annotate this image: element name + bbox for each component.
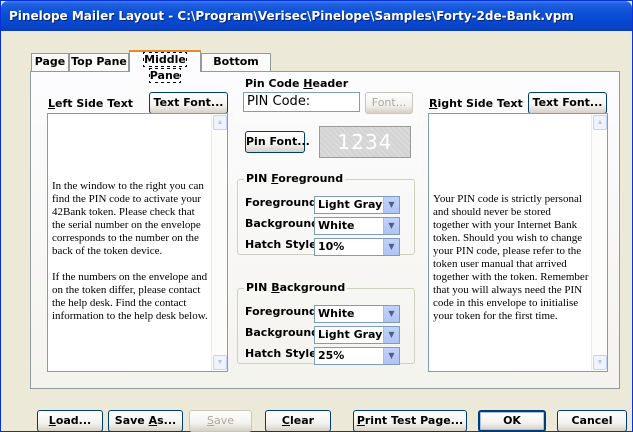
title-bar[interactable]: Pinelope Mailer Layout - C:\Program\Veri…: [1, 1, 632, 31]
right-text-font-button[interactable]: Text Font...: [528, 92, 607, 114]
scroll-up-icon[interactable]: ▲: [593, 115, 607, 130]
pin-code-header-label: Pin Code Header: [245, 77, 349, 90]
fg-background-select[interactable]: White ▼: [314, 217, 400, 235]
bg-hatch-style-select[interactable]: 25% ▼: [314, 347, 400, 365]
chevron-down-icon[interactable]: ▼: [383, 306, 399, 322]
bg-foreground-select[interactable]: White ▼: [314, 305, 400, 323]
bg-hatch-style-label: Hatch Style: [245, 347, 317, 360]
left-side-textarea[interactable]: In the window to the right you can find …: [47, 113, 228, 372]
ok-button[interactable]: OK: [478, 410, 546, 432]
tab-middle-pane[interactable]: Middle Pane: [129, 50, 201, 83]
chevron-down-icon[interactable]: ▼: [383, 218, 399, 234]
header-font-button[interactable]: Font...: [365, 92, 413, 114]
bg-foreground-label: Foreground: [245, 305, 317, 318]
load-button[interactable]: Load...: [37, 410, 103, 432]
pin-font-button[interactable]: Pin Font...: [245, 131, 310, 153]
cancel-button[interactable]: Cancel: [557, 410, 627, 432]
save-as-button[interactable]: Save As...: [108, 410, 183, 432]
right-scrollbar[interactable]: ▲ ▼: [591, 114, 607, 371]
chevron-down-icon[interactable]: ▼: [383, 239, 399, 255]
chevron-down-icon[interactable]: ▼: [383, 348, 399, 364]
fg-hatch-style-select[interactable]: 10% ▼: [314, 238, 400, 256]
print-test-page-button[interactable]: Print Test Page...: [353, 410, 467, 432]
layout-dialog: Pinelope Mailer Layout - C:\Program\Veri…: [0, 0, 633, 432]
fg-foreground-label: Foreground: [245, 196, 317, 209]
pin-preview: 1234: [319, 126, 411, 158]
scroll-up-icon[interactable]: ▲: [213, 115, 227, 130]
left-text-font-button[interactable]: Text Font...: [149, 92, 228, 114]
scroll-down-icon[interactable]: ▼: [593, 355, 607, 370]
left-side-text-label: Left Side Text: [48, 97, 134, 110]
right-side-textarea[interactable]: Your PIN code is strictly personal and s…: [428, 113, 608, 372]
fg-foreground-select[interactable]: Light Gray ▼: [314, 196, 400, 214]
clear-button[interactable]: Clear: [265, 410, 331, 432]
save-button[interactable]: Save: [189, 410, 252, 432]
pin-background-title: PIN Background: [244, 281, 348, 294]
chevron-down-icon[interactable]: ▼: [383, 197, 399, 213]
fg-background-label: Background: [245, 217, 320, 230]
fg-hatch-style-label: Hatch Style: [245, 238, 317, 251]
right-side-text-label: Right Side Text: [429, 97, 523, 110]
window-title: Pinelope Mailer Layout - C:\Program\Veri…: [9, 9, 574, 23]
tab-bottom-pane[interactable]: Bottom Pane: [201, 53, 271, 84]
right-side-text: Your PIN code is strictly personal and s…: [433, 193, 592, 322]
pin-foreground-title: PIN Foreground: [244, 172, 346, 185]
tab-page[interactable]: Page: [31, 53, 69, 71]
chevron-down-icon[interactable]: ▼: [383, 327, 399, 343]
left-side-text: In the window to the right you can find …: [52, 180, 208, 322]
scroll-down-icon[interactable]: ▼: [213, 355, 227, 370]
left-scrollbar[interactable]: ▲ ▼: [211, 114, 227, 371]
pin-code-header-input[interactable]: PIN Code:: [243, 92, 360, 112]
bg-background-label: Background: [245, 326, 320, 339]
tab-top-pane[interactable]: Top Pane: [69, 53, 129, 71]
bg-background-select[interactable]: Light Gray ▼: [314, 326, 400, 344]
